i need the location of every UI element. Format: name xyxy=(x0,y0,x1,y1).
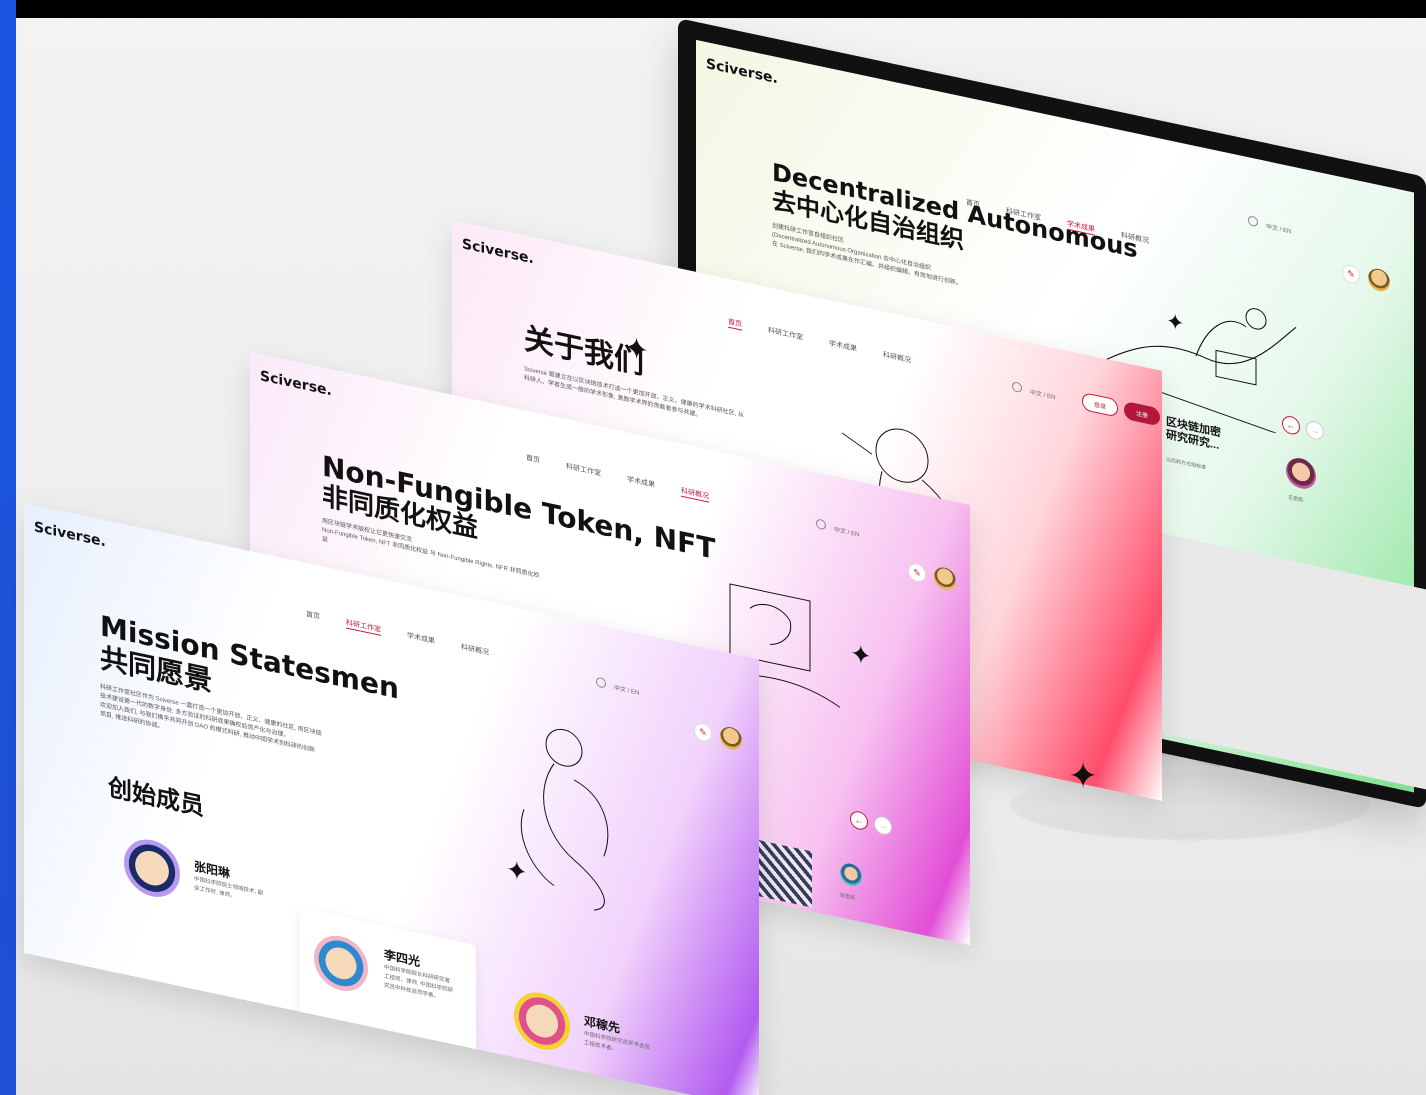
member-avatar xyxy=(1286,455,1316,492)
member-name: 张思雨 xyxy=(840,892,856,902)
search-icon[interactable] xyxy=(1248,215,1258,228)
mission-nav: 首页 科研工作室 学术成果 科研概况 xyxy=(306,609,489,659)
language-switch[interactable]: 中文 / EN xyxy=(1266,221,1291,235)
logo[interactable]: Sciverse. xyxy=(706,56,778,87)
prev-arrow-button[interactable]: ← xyxy=(850,809,868,832)
language-switch[interactable]: 中文 / EN xyxy=(1030,387,1055,401)
avatar[interactable] xyxy=(720,724,742,752)
search-icon[interactable] xyxy=(1012,381,1022,394)
nav-item[interactable]: 学术成果 xyxy=(407,630,435,647)
search-icon[interactable] xyxy=(596,676,606,689)
nav-item[interactable]: 科研概况 xyxy=(461,642,489,659)
logo[interactable]: Sciverse. xyxy=(34,519,106,550)
founders-heading: 创始成员 xyxy=(108,772,204,822)
sparkle-icon: ✦ xyxy=(1166,307,1185,337)
language-switch[interactable]: 中文 / EN xyxy=(614,682,639,696)
card-subtitle: 以后的方式组标准 xyxy=(1166,456,1207,472)
nav-item[interactable]: 科研工作室 xyxy=(566,461,601,479)
logo[interactable]: Sciverse. xyxy=(462,236,534,267)
login-button[interactable]: 登录 xyxy=(1082,391,1118,418)
avatar[interactable] xyxy=(1368,266,1390,294)
member-avatar xyxy=(514,987,570,1056)
sparkle-icon: ✦ xyxy=(624,330,650,369)
sparkle-icon: ✦ xyxy=(506,853,528,889)
about-nav: 首页 科研工作室 学术成果 科研概况 xyxy=(728,316,911,367)
next-arrow-button[interactable]: → xyxy=(874,814,892,837)
nav-item-active[interactable]: 科研工作室 xyxy=(346,617,381,636)
sparkle-icon: ✦ xyxy=(1068,755,1099,796)
nav-item[interactable]: 科研工作室 xyxy=(768,325,803,343)
thinker-sketch xyxy=(520,728,609,911)
nav-item[interactable]: 科研概况 xyxy=(883,350,911,367)
side-accent-band xyxy=(0,0,16,1095)
edit-icon[interactable]: ✎ xyxy=(1342,263,1360,285)
edit-icon[interactable]: ✎ xyxy=(908,561,926,584)
card-title: 区块链加密 研究研究... xyxy=(1166,415,1221,453)
edit-icon[interactable]: ✎ xyxy=(694,721,712,744)
member-avatar xyxy=(124,834,180,903)
top-band xyxy=(0,0,1426,18)
nav-item[interactable]: 学术成果 xyxy=(627,474,655,491)
logo[interactable]: Sciverse. xyxy=(260,368,332,399)
register-button[interactable]: 注册 xyxy=(1124,400,1160,427)
page-intro: 科研工作室社区作为 Sciverse 一直打造一个更加开放、正义、健康的社区, … xyxy=(100,683,400,783)
search-icon[interactable] xyxy=(816,518,826,531)
artwork-thumbnail[interactable] xyxy=(758,839,812,908)
avatar[interactable] xyxy=(934,565,956,593)
language-switch[interactable]: 中文 / EN xyxy=(834,524,859,538)
nav-item-active[interactable]: 首页 xyxy=(728,316,742,331)
member-name: 王思雨 xyxy=(1288,494,1304,504)
nav-item-active[interactable]: 科研概况 xyxy=(681,485,709,503)
sparkle-icon: ✦ xyxy=(850,637,872,673)
member-card[interactable]: 李四光 中国科学院院长科研研究者工程师、律师, 中国科学院研究员中科技自然学者。 xyxy=(300,907,476,1056)
nav-item[interactable]: 首页 xyxy=(306,609,320,623)
member-avatar xyxy=(840,861,862,889)
nav-item[interactable]: 学术成果 xyxy=(829,338,857,355)
member-avatar xyxy=(314,930,368,997)
nav-item[interactable]: 首页 xyxy=(526,453,540,467)
nft-nav: 首页 科研工作室 学术成果 科研概况 xyxy=(526,453,709,503)
